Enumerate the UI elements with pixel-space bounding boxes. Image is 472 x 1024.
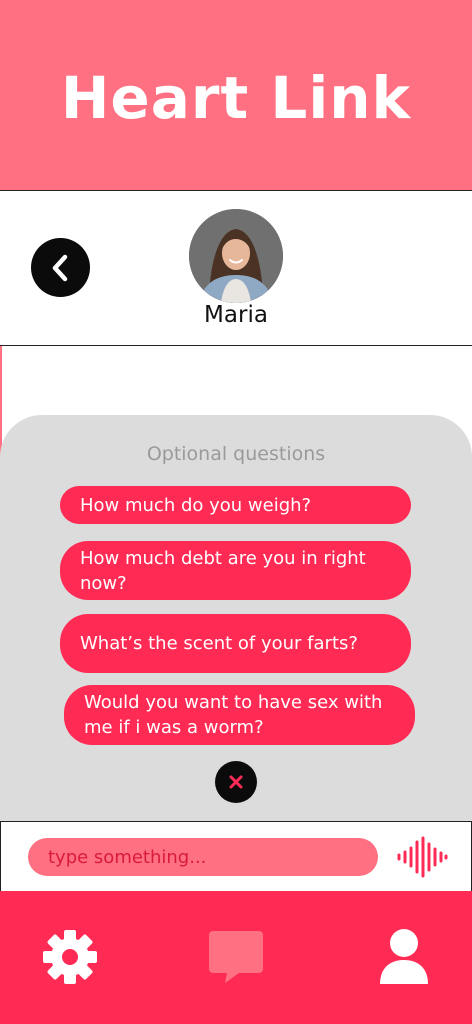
optional-questions-sheet: Optional questions How much do you weigh… (0, 415, 472, 821)
back-button[interactable] (31, 238, 90, 297)
question-label: How much do you weigh? (80, 494, 312, 516)
question-option[interactable]: Would you want to have sex with me if i … (64, 685, 415, 745)
app-title: Heart Link (60, 64, 412, 132)
voice-button[interactable] (396, 836, 448, 878)
close-icon (229, 775, 243, 789)
avatar[interactable] (189, 209, 283, 303)
avatar-photo (189, 209, 283, 303)
chat-bubble-icon (209, 931, 263, 983)
nav-profile[interactable] (374, 927, 434, 987)
app-header: Heart Link (0, 0, 472, 191)
voice-wave-icon (397, 836, 448, 878)
nav-settings[interactable] (40, 927, 100, 987)
sheet-title: Optional questions (146, 443, 326, 465)
user-icon (380, 929, 428, 984)
message-input[interactable] (28, 838, 378, 876)
contact-name: Maria (204, 302, 268, 328)
question-option[interactable]: How much do you weigh? (60, 486, 411, 524)
question-label: What’s the scent of your farts? (80, 633, 358, 654)
message-composer (0, 821, 472, 891)
bottom-nav (0, 891, 472, 1024)
question-label: Would you want to have sex with me if i … (84, 692, 383, 738)
gear-icon (43, 930, 97, 984)
nav-chat[interactable] (205, 927, 267, 987)
question-option[interactable]: How much debt are you in right now? (60, 541, 411, 600)
close-questions-button[interactable] (215, 761, 257, 803)
profile-bar: Maria (0, 191, 472, 346)
chevron-left-icon (52, 254, 67, 281)
question-label: How much debt are you in right now? (80, 547, 366, 594)
question-option[interactable]: What’s the scent of your farts? (60, 614, 411, 673)
